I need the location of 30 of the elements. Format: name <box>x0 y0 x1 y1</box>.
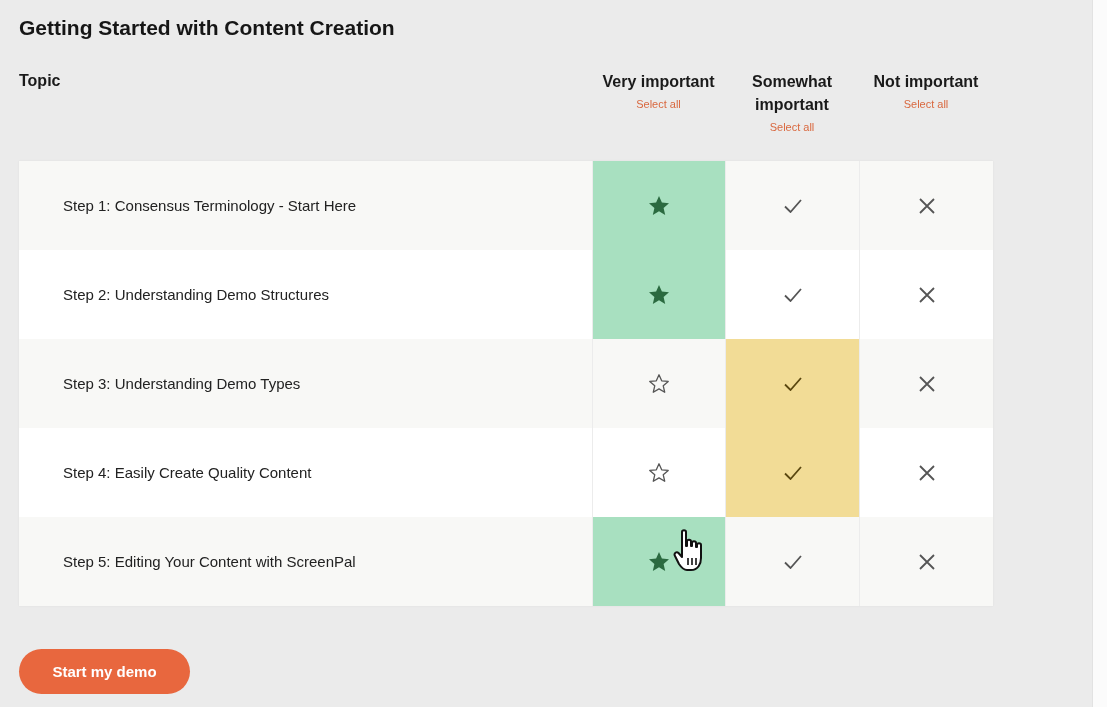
check-icon <box>783 554 802 569</box>
star-outline-icon <box>649 463 669 482</box>
select-all-link[interactable]: Select all <box>769 120 815 134</box>
star-icon <box>649 285 669 304</box>
x-mark-icon <box>918 375 935 392</box>
select-all-link[interactable]: Select all <box>636 97 681 111</box>
topic-label: Step 1: Consensus Terminology - Start Here <box>63 197 357 214</box>
topic-label: Step 4: Easily Create Quality Content <box>63 464 312 481</box>
column-header: Very important <box>602 72 715 92</box>
x-mark-icon <box>918 553 935 570</box>
x-mark-icon <box>918 464 935 481</box>
check-icon <box>783 198 802 213</box>
topic-label: Step 2: Understanding Demo Structures <box>63 286 329 303</box>
star-icon <box>649 196 669 215</box>
x-mark-icon <box>918 286 935 303</box>
topic-label: Step 5: Editing Your Content with ScreenPal <box>63 553 356 570</box>
check-icon <box>783 287 802 302</box>
start-demo-button[interactable]: Start my demo <box>19 649 190 694</box>
check-icon <box>783 376 802 391</box>
page-title: Getting Started with Content Creation <box>19 15 396 41</box>
rating-option[interactable] <box>592 517 725 606</box>
x-mark-icon <box>918 197 935 214</box>
star-outline-icon <box>649 374 669 393</box>
column-header: Somewhat important <box>751 72 833 115</box>
star-icon <box>649 552 669 571</box>
select-all-link[interactable]: Select all <box>903 97 949 111</box>
check-icon <box>783 465 802 480</box>
column-header: Not important <box>873 72 979 92</box>
column-header: Topic <box>19 71 61 91</box>
topic-label: Step 3: Understanding Demo Types <box>63 375 301 392</box>
